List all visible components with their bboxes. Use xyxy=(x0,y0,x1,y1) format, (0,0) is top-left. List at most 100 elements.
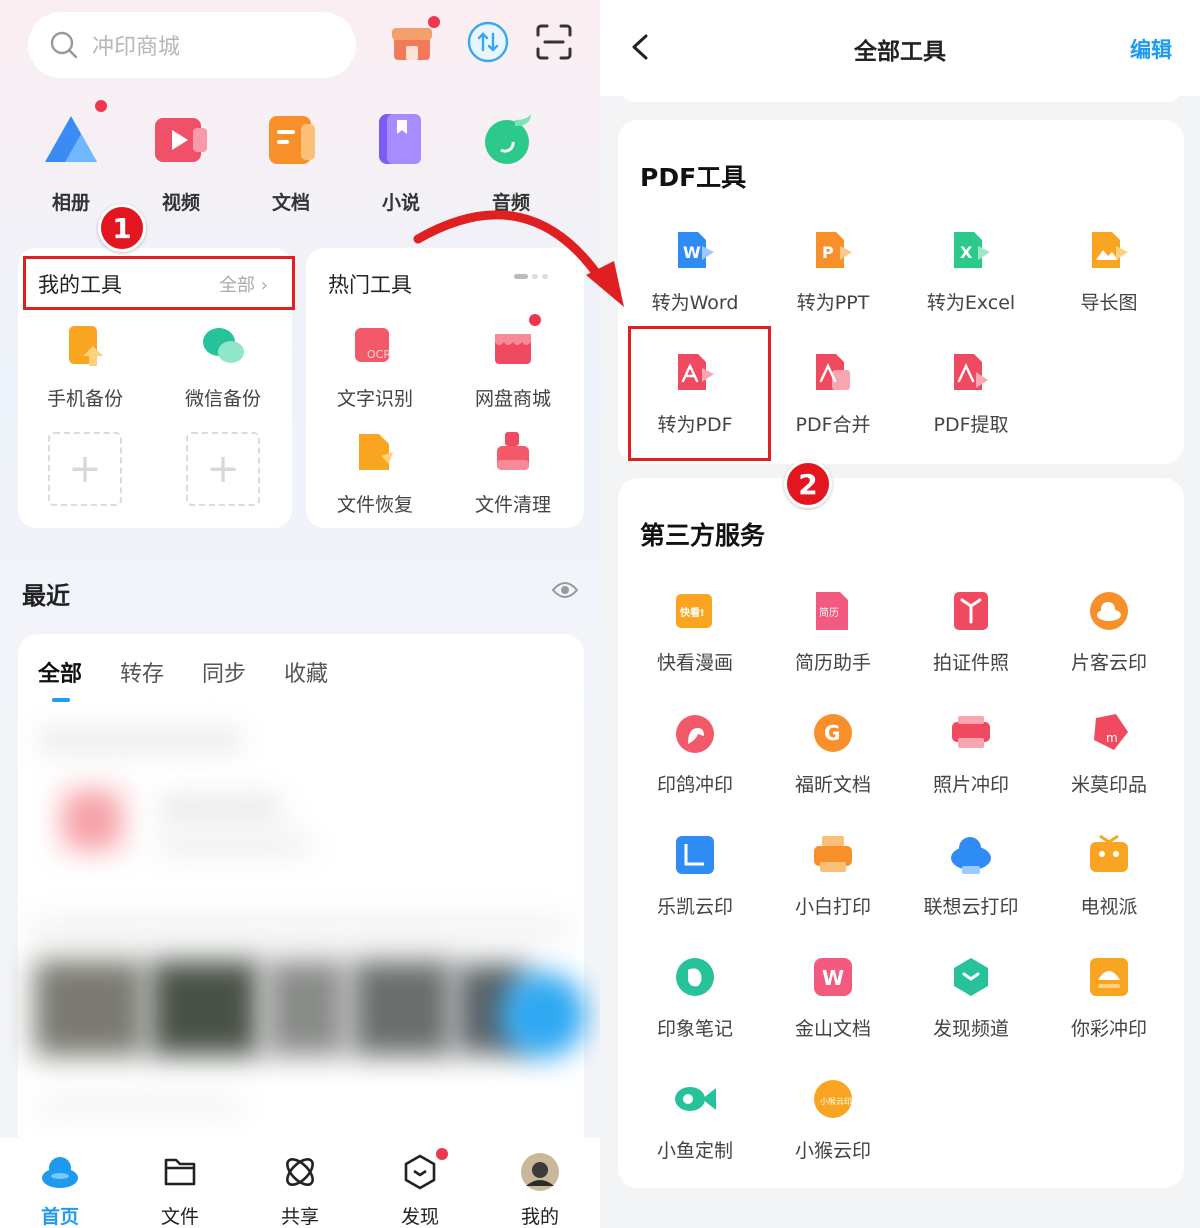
nav-label: 首页 xyxy=(40,1206,79,1228)
service-mimo[interactable]: m 米莫印品 xyxy=(1039,710,1179,797)
nav-home[interactable]: 首页 xyxy=(10,1152,110,1228)
service-lekai[interactable]: 乐凯云印 xyxy=(625,832,765,919)
file-recovery-icon xyxy=(353,430,397,474)
service-label: 拍证件照 xyxy=(932,652,1009,674)
lenovo-print-icon xyxy=(948,832,994,878)
scan-icon[interactable] xyxy=(532,20,576,64)
service-label: 金山文档 xyxy=(794,1018,871,1040)
eye-icon[interactable] xyxy=(552,580,578,600)
tool-to-ppt[interactable]: P 转为PPT xyxy=(763,228,903,315)
add-tool-button[interactable]: + xyxy=(48,432,122,506)
service-label: 联想云打印 xyxy=(923,896,1019,918)
document-icon xyxy=(261,110,321,170)
tool-file-recovery[interactable]: 文件恢复 xyxy=(310,430,440,517)
nav-mine[interactable]: 我的 xyxy=(490,1152,590,1228)
tool-file-cleanup[interactable]: 文件清理 xyxy=(448,430,578,517)
tool-label: 转为PPT xyxy=(796,292,870,314)
tool-label: 文件恢复 xyxy=(336,494,413,516)
service-label: 小猴云印 xyxy=(794,1140,871,1162)
icon-text: W xyxy=(822,966,844,990)
service-id-photo[interactable]: 拍证件照 xyxy=(901,588,1041,675)
search-bar[interactable]: 冲印商城 xyxy=(28,12,356,78)
service-photo-print[interactable]: 照片冲印 xyxy=(901,710,1041,797)
service-label: 小鱼定制 xyxy=(656,1140,733,1162)
nav-share[interactable]: 共享 xyxy=(250,1152,350,1228)
service-label: 印象笔记 xyxy=(656,1018,733,1040)
service-monkey-print[interactable]: 小猴云印 小猴云印 xyxy=(763,1076,903,1163)
icon-text: W xyxy=(683,243,701,262)
tab-favorites[interactable]: 收藏 xyxy=(284,656,328,688)
tool-to-excel[interactable]: X 转为Excel xyxy=(901,228,1041,315)
service-kuaikan[interactable]: 快看! 快看漫画 xyxy=(625,588,765,675)
quick-video[interactable]: 视频 xyxy=(136,110,226,215)
icon-text: 小猴云印 xyxy=(820,1097,852,1106)
tool-ocr[interactable]: OCR 文字识别 xyxy=(310,324,440,411)
tool-label: PDF合并 xyxy=(795,414,871,436)
tool-pdf-extract[interactable]: PDF提取 xyxy=(901,350,1041,437)
section-title: PDF工具 xyxy=(640,163,747,192)
tab-all[interactable]: 全部 xyxy=(38,656,82,702)
service-resume[interactable]: 简历 简历助手 xyxy=(763,588,903,675)
icon-text: X xyxy=(960,243,973,262)
quick-document[interactable]: 文档 xyxy=(246,110,336,215)
mimo-icon: m xyxy=(1086,710,1132,756)
tool-label: 导长图 xyxy=(1080,292,1138,314)
icon-text: P xyxy=(822,243,834,262)
blurred-thumbnail xyxy=(62,790,122,850)
service-xiaobai-print[interactable]: 小白打印 xyxy=(763,832,903,919)
add-tool-button[interactable]: + xyxy=(186,432,260,506)
tool-wechat-backup[interactable]: 微信备份 xyxy=(158,324,288,411)
service-yinge[interactable]: 印鸽冲印 xyxy=(625,710,765,797)
service-fish[interactable]: 小鱼定制 xyxy=(625,1076,765,1163)
step-badge: 2 xyxy=(784,460,832,508)
quick-label: 文档 xyxy=(271,192,310,214)
service-nicai[interactable]: 你彩冲印 xyxy=(1039,954,1179,1041)
service-kdocs[interactable]: W 金山文档 xyxy=(763,954,903,1041)
kdocs-icon: W xyxy=(810,954,856,1000)
pianke-icon xyxy=(1086,588,1132,634)
blurred-text xyxy=(160,838,310,852)
nav-label: 共享 xyxy=(280,1206,319,1228)
blurred-photo xyxy=(150,960,260,1056)
service-pianke[interactable]: 片客云印 xyxy=(1039,588,1179,675)
service-label: 米莫印品 xyxy=(1070,774,1147,796)
quick-album[interactable]: 相册 xyxy=(26,100,116,215)
tool-netdisk-store[interactable]: 网盘商城 xyxy=(448,314,578,411)
discover-icon xyxy=(400,1148,448,1192)
search-icon xyxy=(50,31,78,59)
hot-tools-title: 热门工具 xyxy=(328,273,412,297)
service-label: 小白打印 xyxy=(794,896,871,918)
tab-sync[interactable]: 同步 xyxy=(202,656,246,688)
store-icon[interactable] xyxy=(390,16,440,64)
tool-label: 微信备份 xyxy=(184,388,261,410)
service-tv[interactable]: 电视派 xyxy=(1039,832,1179,919)
notification-dot xyxy=(436,1148,448,1160)
tool-pdf-merge[interactable]: PDF合并 xyxy=(763,350,903,437)
notification-dot xyxy=(95,100,107,112)
share-icon xyxy=(280,1152,320,1192)
edit-button[interactable]: 编辑 xyxy=(1130,34,1172,64)
nav-files[interactable]: 文件 xyxy=(130,1152,230,1228)
service-lenovo-print[interactable]: 联想云打印 xyxy=(901,832,1041,919)
icon-text: 快看! xyxy=(679,606,705,619)
transfer-icon[interactable] xyxy=(466,20,510,64)
tab-transfer[interactable]: 转存 xyxy=(120,656,164,688)
blurred-text xyxy=(40,1100,240,1114)
tool-to-word[interactable]: W 转为Word xyxy=(625,228,765,315)
service-evernote[interactable]: 印象笔记 xyxy=(625,954,765,1041)
id-photo-icon xyxy=(948,588,994,634)
tool-label: 手机备份 xyxy=(46,388,123,410)
recent-title: 最近 xyxy=(22,582,70,610)
header: 全部工具 编辑 xyxy=(600,0,1200,96)
tool-phone-backup[interactable]: 手机备份 xyxy=(20,324,150,411)
video-icon xyxy=(151,110,211,170)
nicai-icon xyxy=(1086,954,1132,1000)
service-label: 简历助手 xyxy=(794,652,871,674)
nav-discover[interactable]: 发现 xyxy=(370,1148,470,1228)
service-foxit[interactable]: G 福昕文档 xyxy=(763,710,903,797)
blurred-text xyxy=(160,800,280,816)
file-cleanup-icon xyxy=(491,430,535,474)
blurred-text xyxy=(30,920,570,936)
tool-long-image[interactable]: 导长图 xyxy=(1039,228,1179,315)
service-discover-channel[interactable]: 发现频道 xyxy=(901,954,1041,1041)
